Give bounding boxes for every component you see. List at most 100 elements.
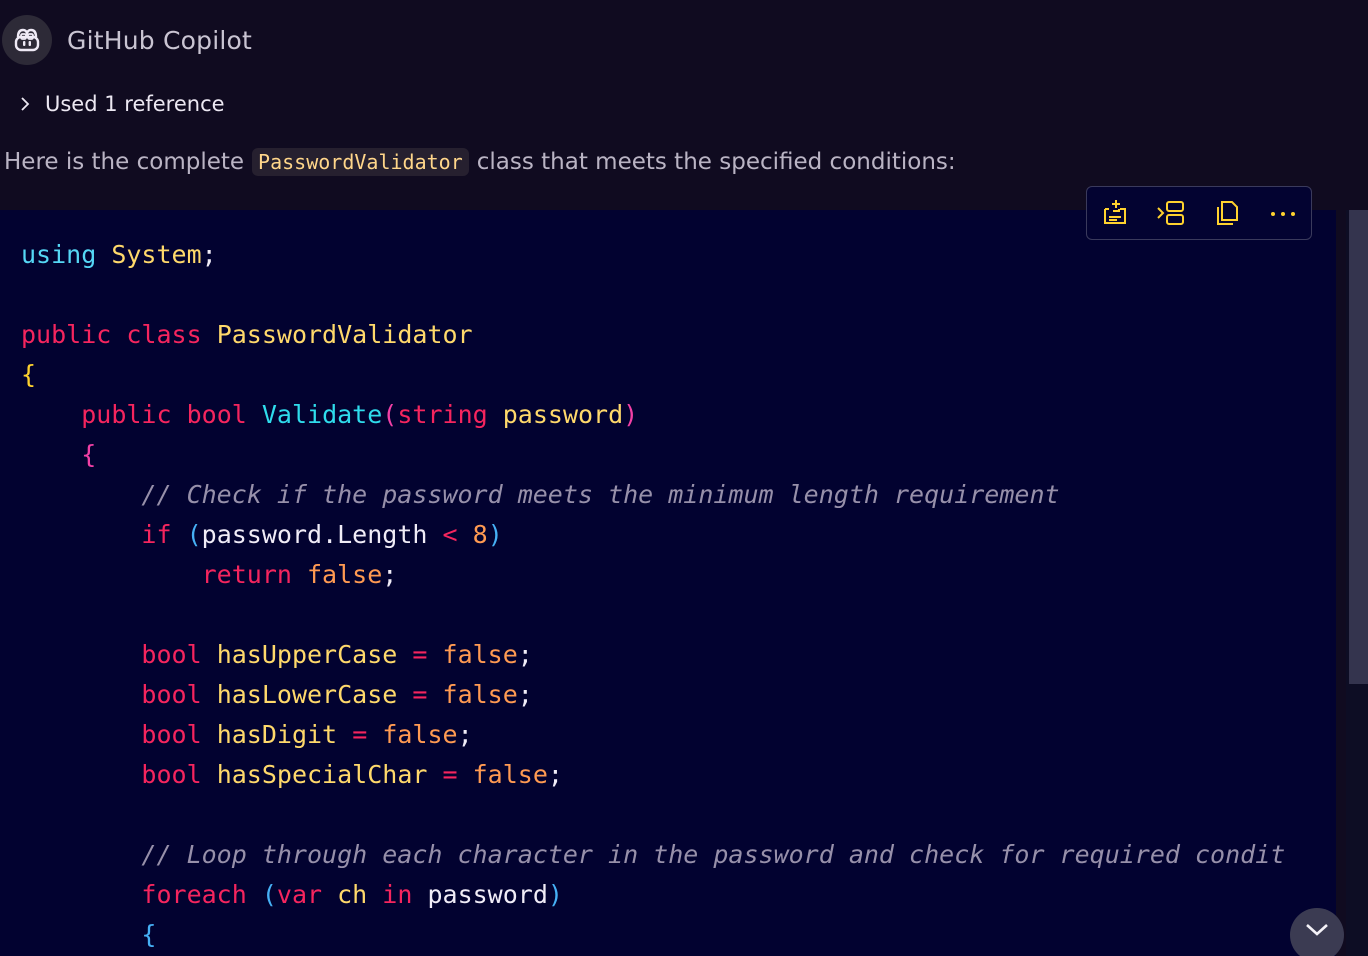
code-token: false: [442, 640, 518, 669]
code-token: =: [412, 640, 428, 669]
code-token: PasswordValidator: [216, 320, 473, 349]
insert-at-cursor-button[interactable]: [1151, 193, 1191, 233]
code-token: =: [442, 760, 458, 789]
code-token: ): [623, 400, 639, 429]
code-token: class: [126, 320, 202, 349]
code-token: {: [81, 440, 97, 469]
insert-icon: [1157, 201, 1184, 225]
code-token: false: [307, 560, 383, 589]
chevron-right-icon: [21, 97, 30, 111]
inline-code-class-name: PasswordValidator: [252, 148, 469, 176]
code-line: foreach (var ch in password): [21, 875, 1285, 915]
code-token: hasSpecialChar: [216, 760, 428, 789]
more-actions-button[interactable]: [1263, 193, 1303, 233]
code-line: {: [21, 355, 1285, 395]
code-token: ): [547, 880, 563, 909]
code-token: 8: [472, 520, 488, 549]
code-token: Validate: [261, 400, 383, 429]
response-text-after: class that meets the specified condition…: [476, 149, 956, 175]
code-token: ;: [201, 240, 217, 269]
code-token: // Loop through each character in the pa…: [141, 840, 1286, 869]
response-header: GitHub Copilot: [0, 14, 252, 66]
code-token: hasUpperCase: [216, 640, 398, 669]
chevron-down-icon: [1306, 924, 1328, 936]
code-block-toolbar: [1086, 186, 1312, 240]
code-token: ): [487, 520, 503, 549]
copy-icon: [1217, 201, 1238, 225]
code-token: (: [261, 880, 277, 909]
code-line: {: [21, 915, 1285, 955]
avatar: [2, 15, 52, 65]
used-references-toggle[interactable]: Used 1 reference: [16, 88, 225, 120]
code-line: bool hasSpecialChar = false;: [21, 755, 1285, 795]
vertical-scrollbar-thumb[interactable]: [1349, 210, 1368, 684]
code-token: =: [412, 680, 428, 709]
code-token: System: [111, 240, 202, 269]
code-block[interactable]: using System; public class PasswordValid…: [0, 210, 1336, 956]
code-line: // Check if the password meets the minim…: [21, 475, 1285, 515]
code-line: if (password.Length < 8): [21, 515, 1285, 555]
code-token: ;: [517, 640, 533, 669]
code-token: foreach: [141, 880, 247, 909]
used-references-label: Used 1 reference: [45, 92, 225, 116]
apply-in-editor-button[interactable]: [1095, 193, 1135, 233]
code-token: string: [397, 400, 488, 429]
copy-button[interactable]: [1207, 193, 1247, 233]
code-token: in: [382, 880, 413, 909]
response-text: Here is the complete PasswordValidator c…: [4, 144, 956, 180]
code-token: false: [382, 720, 458, 749]
copilot-icon: [14, 28, 40, 52]
ellipsis-icon: [1271, 212, 1295, 216]
code-token: (: [186, 520, 202, 549]
code-line: using System;: [21, 235, 1285, 275]
code-token: ;: [517, 680, 533, 709]
code-token: using: [21, 240, 97, 269]
code-token: return: [201, 560, 292, 589]
code-token: // Check if the password meets the minim…: [141, 480, 1060, 509]
code-token: public: [21, 320, 112, 349]
code-line: {: [21, 435, 1285, 475]
code-lines: using System; public class PasswordValid…: [21, 235, 1285, 955]
code-token: false: [472, 760, 548, 789]
scroll-to-bottom-button[interactable]: [1290, 908, 1344, 956]
code-token: {: [141, 920, 157, 949]
code-line: bool hasLowerCase = false;: [21, 675, 1285, 715]
code-line: // Loop through each character in the pa…: [21, 835, 1285, 875]
code-token: password.Length: [201, 520, 428, 549]
code-line: bool hasDigit = false;: [21, 715, 1285, 755]
code-token: <: [442, 520, 458, 549]
code-token: bool: [186, 400, 247, 429]
code-token: bool: [141, 680, 202, 709]
code-line: public class PasswordValidator: [21, 315, 1285, 355]
code-token: ;: [547, 760, 563, 789]
code-token: (: [382, 400, 398, 429]
apply-icon: [1104, 200, 1126, 224]
code-line: public bool Validate(string password): [21, 395, 1285, 435]
